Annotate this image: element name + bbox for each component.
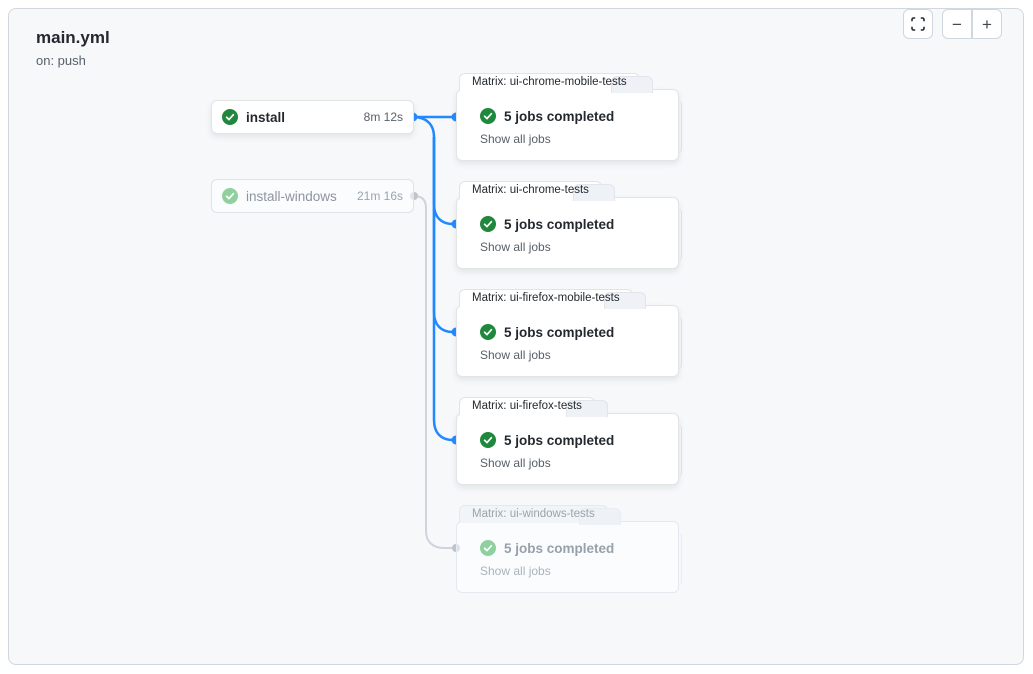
- show-all-jobs-link[interactable]: Show all jobs: [480, 564, 551, 578]
- check-circle-icon: [480, 324, 496, 340]
- check-circle-icon: [222, 188, 238, 204]
- job-label: install-windows: [246, 189, 337, 204]
- zoom-in-button[interactable]: +: [972, 9, 1002, 39]
- matrix-group-card[interactable]: 5 jobs completed Show all jobs: [456, 89, 679, 161]
- matrix-group-ui-chrome-tests: Matrix: ui-chrome-tests 5 jobs completed…: [456, 180, 679, 270]
- check-circle-icon: [480, 216, 496, 232]
- matrix-group-card[interactable]: 5 jobs completed Show all jobs: [456, 197, 679, 269]
- matrix-group-card[interactable]: 5 jobs completed Show all jobs: [456, 521, 679, 593]
- edge-install-to-firefox-mobile: [434, 137, 456, 332]
- matrix-group-ui-windows-tests: Matrix: ui-windows-tests 5 jobs complete…: [456, 504, 679, 594]
- minus-icon: −: [952, 16, 962, 33]
- matrix-group-tab: Matrix: ui-windows-tests: [459, 505, 608, 523]
- jobs-completed-summary: 5 jobs completed: [504, 325, 614, 340]
- matrix-group-card[interactable]: 5 jobs completed Show all jobs: [456, 305, 679, 377]
- matrix-group-ui-chrome-mobile-tests: Matrix: ui-chrome-mobile-tests 5 jobs co…: [456, 72, 679, 162]
- jobs-completed-summary: 5 jobs completed: [504, 541, 614, 556]
- job-label: install: [246, 110, 285, 125]
- job-node-install-windows[interactable]: install-windows 21m 16s: [211, 179, 414, 213]
- edge-install-windows-to-windows-tests: [414, 196, 456, 548]
- matrix-group-tab: Matrix: ui-chrome-mobile-tests: [459, 73, 640, 91]
- matrix-group-card[interactable]: 5 jobs completed Show all jobs: [456, 413, 679, 485]
- jobs-completed-summary: 5 jobs completed: [504, 109, 614, 124]
- check-circle-icon: [480, 540, 496, 556]
- workflow-trigger: on: push: [36, 53, 86, 68]
- zoom-controls: − +: [942, 9, 1002, 39]
- plus-icon: +: [982, 16, 992, 33]
- show-all-jobs-link[interactable]: Show all jobs: [480, 132, 551, 146]
- check-circle-icon: [222, 109, 238, 125]
- matrix-group-ui-firefox-tests: Matrix: ui-firefox-tests 5 jobs complete…: [456, 396, 679, 486]
- show-all-jobs-link[interactable]: Show all jobs: [480, 456, 551, 470]
- matrix-group-ui-firefox-mobile-tests: Matrix: ui-firefox-mobile-tests 5 jobs c…: [456, 288, 679, 378]
- show-all-jobs-link[interactable]: Show all jobs: [480, 348, 551, 362]
- zoom-out-button[interactable]: −: [942, 9, 972, 39]
- job-node-install[interactable]: install 8m 12s: [211, 100, 414, 134]
- edge-install-to-chrome: [413, 117, 456, 224]
- show-all-jobs-link[interactable]: Show all jobs: [480, 240, 551, 254]
- job-duration: 8m 12s: [364, 110, 403, 124]
- matrix-group-tab: Matrix: ui-firefox-mobile-tests: [459, 289, 633, 307]
- fullscreen-button[interactable]: [903, 9, 933, 39]
- jobs-completed-summary: 5 jobs completed: [504, 217, 614, 232]
- check-circle-icon: [480, 432, 496, 448]
- matrix-group-tab: Matrix: ui-firefox-tests: [459, 397, 595, 415]
- matrix-group-tab: Matrix: ui-chrome-tests: [459, 181, 602, 199]
- fullscreen-icon: [910, 16, 926, 32]
- edge-install-to-firefox: [434, 137, 456, 440]
- workflow-title: main.yml: [36, 28, 110, 48]
- job-duration: 21m 16s: [357, 189, 403, 203]
- workflow-graph-canvas[interactable]: main.yml on: push install 8m 12s: [8, 8, 1024, 665]
- jobs-completed-summary: 5 jobs completed: [504, 433, 614, 448]
- check-circle-icon: [480, 108, 496, 124]
- edge-dots: [409, 113, 461, 553]
